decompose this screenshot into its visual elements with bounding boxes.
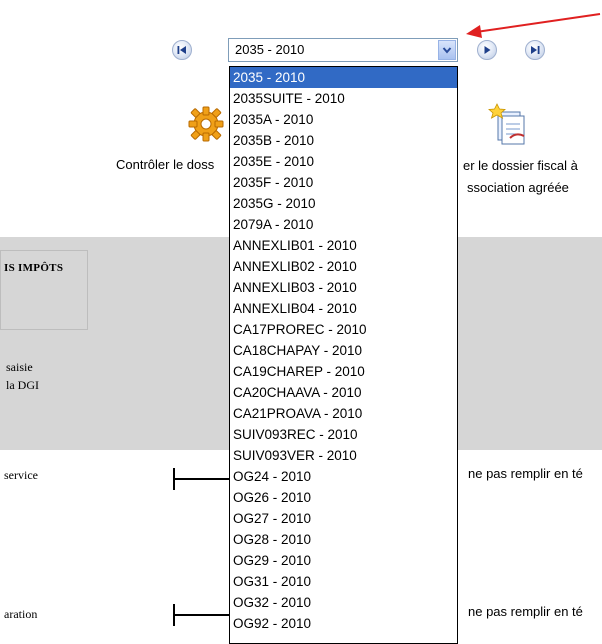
send-document-icon xyxy=(488,103,525,145)
row-2-right-text: ne pas remplir en té xyxy=(468,604,583,619)
row-2-connector-line xyxy=(173,614,231,616)
dropdown-option[interactable]: 2035E - 2010 xyxy=(230,151,457,172)
dropdown-option[interactable]: CA17PROREC - 2010 xyxy=(230,319,457,340)
dropdown-option[interactable]: 2079A - 2010 xyxy=(230,214,457,235)
dropdown-option[interactable]: 2035F - 2010 xyxy=(230,172,457,193)
impots-label: IS IMPÔTS xyxy=(4,262,64,274)
form-select-dropdown[interactable]: 2035 - 2010 2035SUITE - 2010 2035A - 2010 2… xyxy=(229,66,458,644)
control-dossier-label: Contrôler le doss xyxy=(116,157,215,172)
dropdown-option[interactable]: 2035 - 2010 xyxy=(230,67,457,88)
dropdown-option[interactable]: OG27 - 2010 xyxy=(230,508,457,529)
dropdown-option[interactable]: ANNEXLIB01 - 2010 xyxy=(230,235,457,256)
dropdown-option[interactable]: OG28 - 2010 xyxy=(230,529,457,550)
first-page-icon xyxy=(177,46,186,54)
dropdown-option[interactable]: ANNEXLIB03 - 2010 xyxy=(230,277,457,298)
dropdown-option[interactable]: OG31 - 2010 xyxy=(230,571,457,592)
dropdown-option[interactable]: 2035B - 2010 xyxy=(230,130,457,151)
row-1-left-text: service xyxy=(4,468,38,482)
row-1-connector-line xyxy=(173,478,231,480)
dropdown-option[interactable]: 2035SUITE - 2010 xyxy=(230,88,457,109)
dropdown-option[interactable]: CA18CHAPAY - 2010 xyxy=(230,340,457,361)
saisie-line-2: la DGI xyxy=(6,378,39,392)
dropdown-option[interactable]: 2035A - 2010 xyxy=(230,109,457,130)
dropdown-option[interactable]: CA19CHAREP - 2010 xyxy=(230,361,457,382)
dropdown-option[interactable]: CA21PROAVA - 2010 xyxy=(230,403,457,424)
dropdown-option[interactable]: OG92 - 2010 xyxy=(230,613,457,634)
row-2-left-text: aration xyxy=(4,607,38,621)
dropdown-option[interactable]: OG32 - 2010 xyxy=(230,592,457,613)
send-dossier-button[interactable] xyxy=(488,102,528,146)
dropdown-option[interactable]: 2035G - 2010 xyxy=(230,193,457,214)
dropdown-option[interactable]: ANNEXLIB04 - 2010 xyxy=(230,298,457,319)
chevron-down-icon[interactable] xyxy=(438,40,456,60)
gear-icon xyxy=(188,106,224,142)
form-select-value: 2035 - 2010 xyxy=(235,42,305,57)
dropdown-option[interactable]: ANNEXLIB02 - 2010 xyxy=(230,256,457,277)
annotation-arrow-icon xyxy=(466,13,601,38)
row-1-right-text: ne pas remplir en té xyxy=(468,466,583,481)
control-dossier-button[interactable] xyxy=(186,104,226,144)
dropdown-option[interactable]: OG26 - 2010 xyxy=(230,487,457,508)
dropdown-option[interactable]: OG24 - 2010 xyxy=(230,466,457,487)
send-dossier-label-2: ssociation agréée xyxy=(467,180,569,195)
form-select[interactable]: 2035 - 2010 xyxy=(228,38,458,62)
dropdown-option[interactable]: SUIV093REC - 2010 xyxy=(230,424,457,445)
dropdown-option[interactable]: OG29 - 2010 xyxy=(230,550,457,571)
first-page-button[interactable] xyxy=(172,40,192,60)
dropdown-option[interactable]: SUIV093VER - 2010 xyxy=(230,445,457,466)
dropdown-option[interactable]: CA20CHAAVA - 2010 xyxy=(230,382,457,403)
saisie-line-1: saisie xyxy=(6,360,33,374)
send-dossier-label-1: er le dossier fiscal à xyxy=(463,158,578,173)
